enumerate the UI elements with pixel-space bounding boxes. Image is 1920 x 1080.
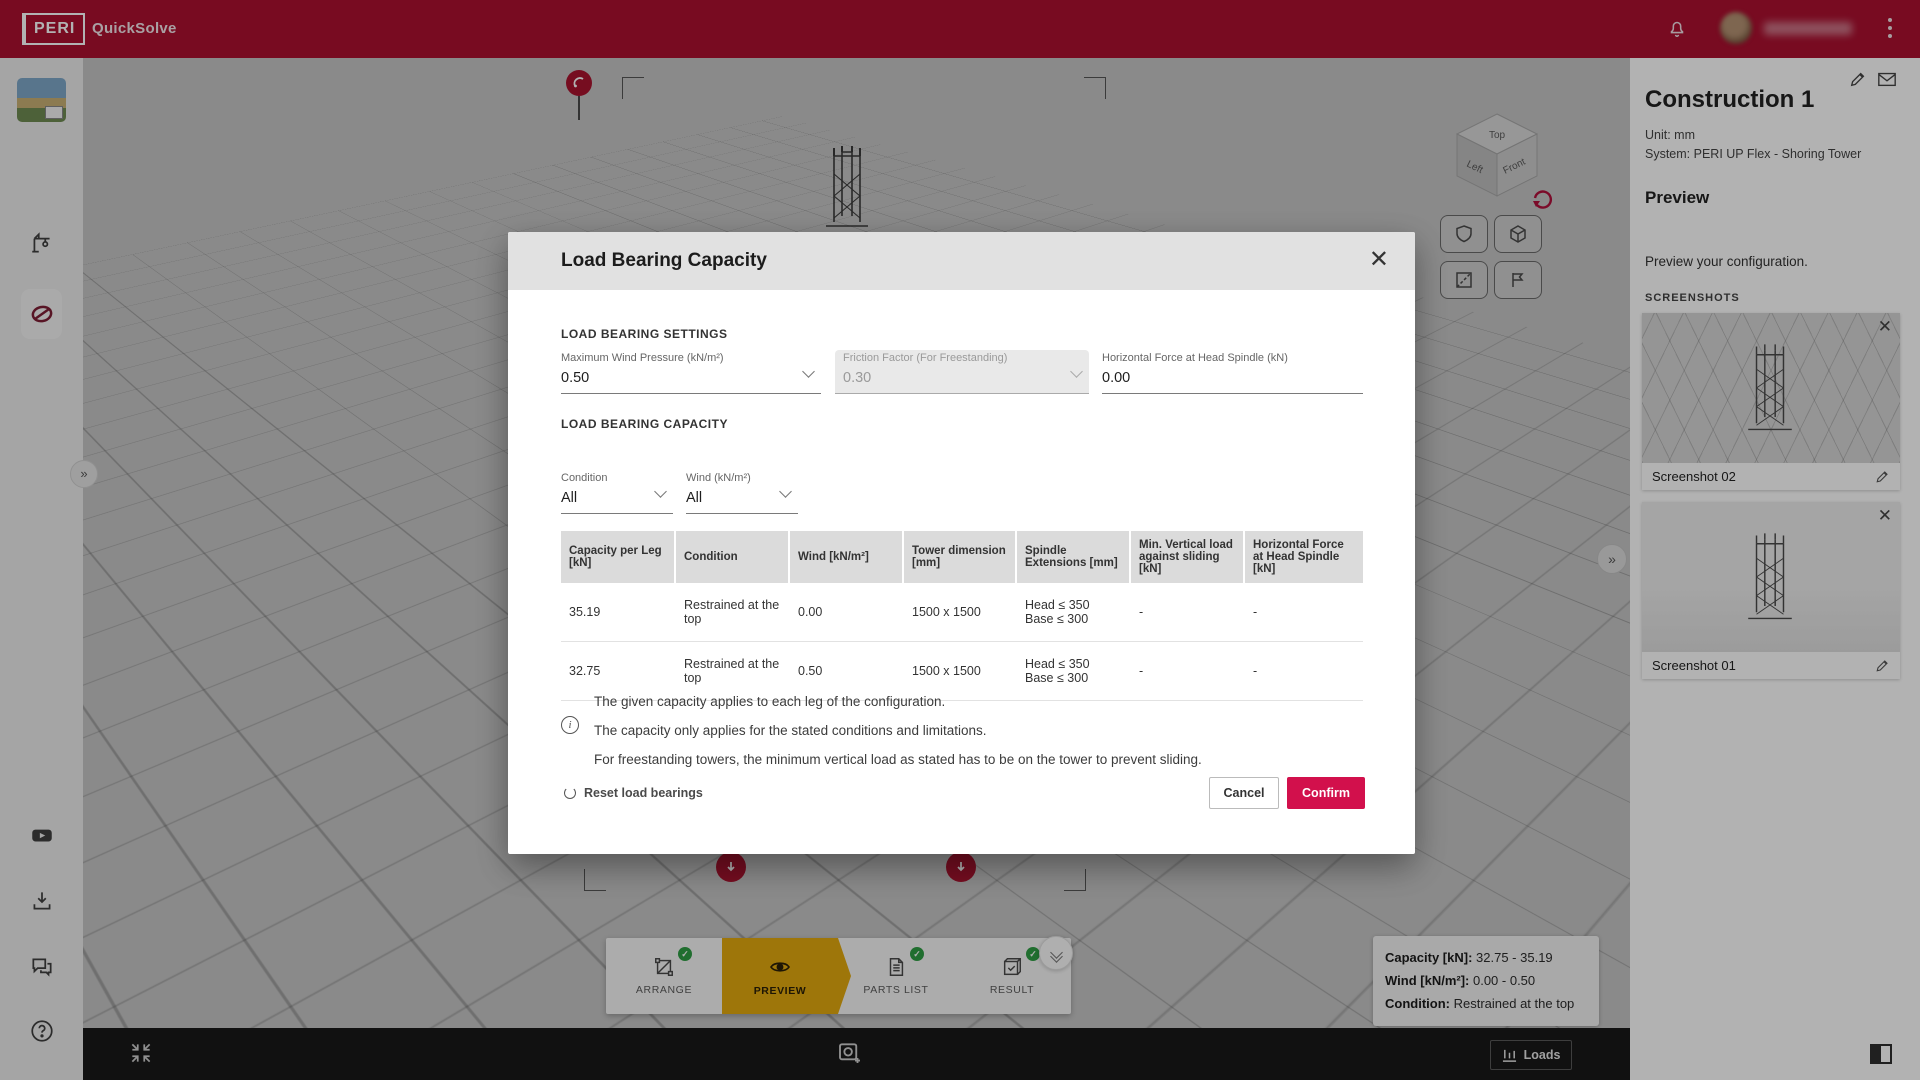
friction-factor-label: Friction Factor (For Freestanding): [843, 352, 1089, 364]
reset-label: Reset load bearings: [584, 786, 703, 800]
capacity-section-label: LOAD BEARING CAPACITY: [561, 417, 728, 431]
confirm-button[interactable]: Confirm: [1287, 777, 1365, 809]
capacity-notes: The given capacity applies to each leg o…: [594, 687, 1202, 774]
note-line: The capacity only applies for the stated…: [594, 716, 1202, 745]
note-line: The given capacity applies to each leg o…: [594, 687, 1202, 716]
reset-refresh-icon: [564, 787, 576, 799]
cancel-button[interactable]: Cancel: [1209, 777, 1279, 809]
col-dimension: Tower dimension [mm]: [904, 531, 1017, 583]
settings-section-label: LOAD BEARING SETTINGS: [561, 327, 728, 341]
col-spindle: Spindle Extensions [mm]: [1017, 531, 1131, 583]
condition-filter-select[interactable]: Condition All: [561, 470, 673, 514]
load-bearing-capacity-dialog: Load Bearing Capacity ✕ LOAD BEARING SET…: [508, 232, 1415, 854]
reset-load-bearings-link[interactable]: Reset load bearings: [564, 777, 703, 809]
col-wind: Wind [kN/m²]: [790, 531, 904, 583]
dialog-title: Load Bearing Capacity: [561, 232, 767, 290]
horizontal-force-value: 0.00: [1102, 370, 1363, 386]
close-dialog-icon[interactable]: ✕: [1369, 247, 1389, 273]
info-circle-icon: i: [561, 716, 579, 734]
condition-filter-label: Condition: [561, 472, 673, 484]
wind-filter-label: Wind (kN/m²): [686, 472, 798, 484]
capacity-table-header: Capacity per Leg [kN] Condition Wind [kN…: [561, 531, 1363, 583]
col-condition: Condition: [676, 531, 790, 583]
max-wind-pressure-select[interactable]: Maximum Wind Pressure (kN/m²) 0.50: [561, 350, 821, 394]
max-wind-pressure-label: Maximum Wind Pressure (kN/m²): [561, 352, 821, 364]
horizontal-force-input[interactable]: Horizontal Force at Head Spindle (kN) 0.…: [1102, 350, 1363, 394]
capacity-table: Capacity per Leg [kN] Condition Wind [kN…: [561, 531, 1363, 701]
col-min-vertical: Min. Vertical load against sliding [kN]: [1131, 531, 1245, 583]
col-capacity: Capacity per Leg [kN]: [561, 531, 676, 583]
dialog-header: Load Bearing Capacity ✕: [508, 232, 1415, 290]
friction-factor-select-disabled: Friction Factor (For Freestanding) 0.30: [835, 350, 1089, 394]
max-wind-pressure-value: 0.50: [561, 370, 821, 386]
horizontal-force-label: Horizontal Force at Head Spindle (kN): [1102, 352, 1363, 364]
table-row: 35.19 Restrained at the top 0.00 1500 x …: [561, 583, 1363, 642]
friction-factor-value: 0.30: [843, 370, 1089, 386]
col-horizontal-force: Horizontal Force at Head Spindle [kN]: [1245, 531, 1363, 583]
note-line: For freestanding towers, the minimum ver…: [594, 745, 1202, 774]
wind-filter-select[interactable]: Wind (kN/m²) All: [686, 470, 798, 514]
